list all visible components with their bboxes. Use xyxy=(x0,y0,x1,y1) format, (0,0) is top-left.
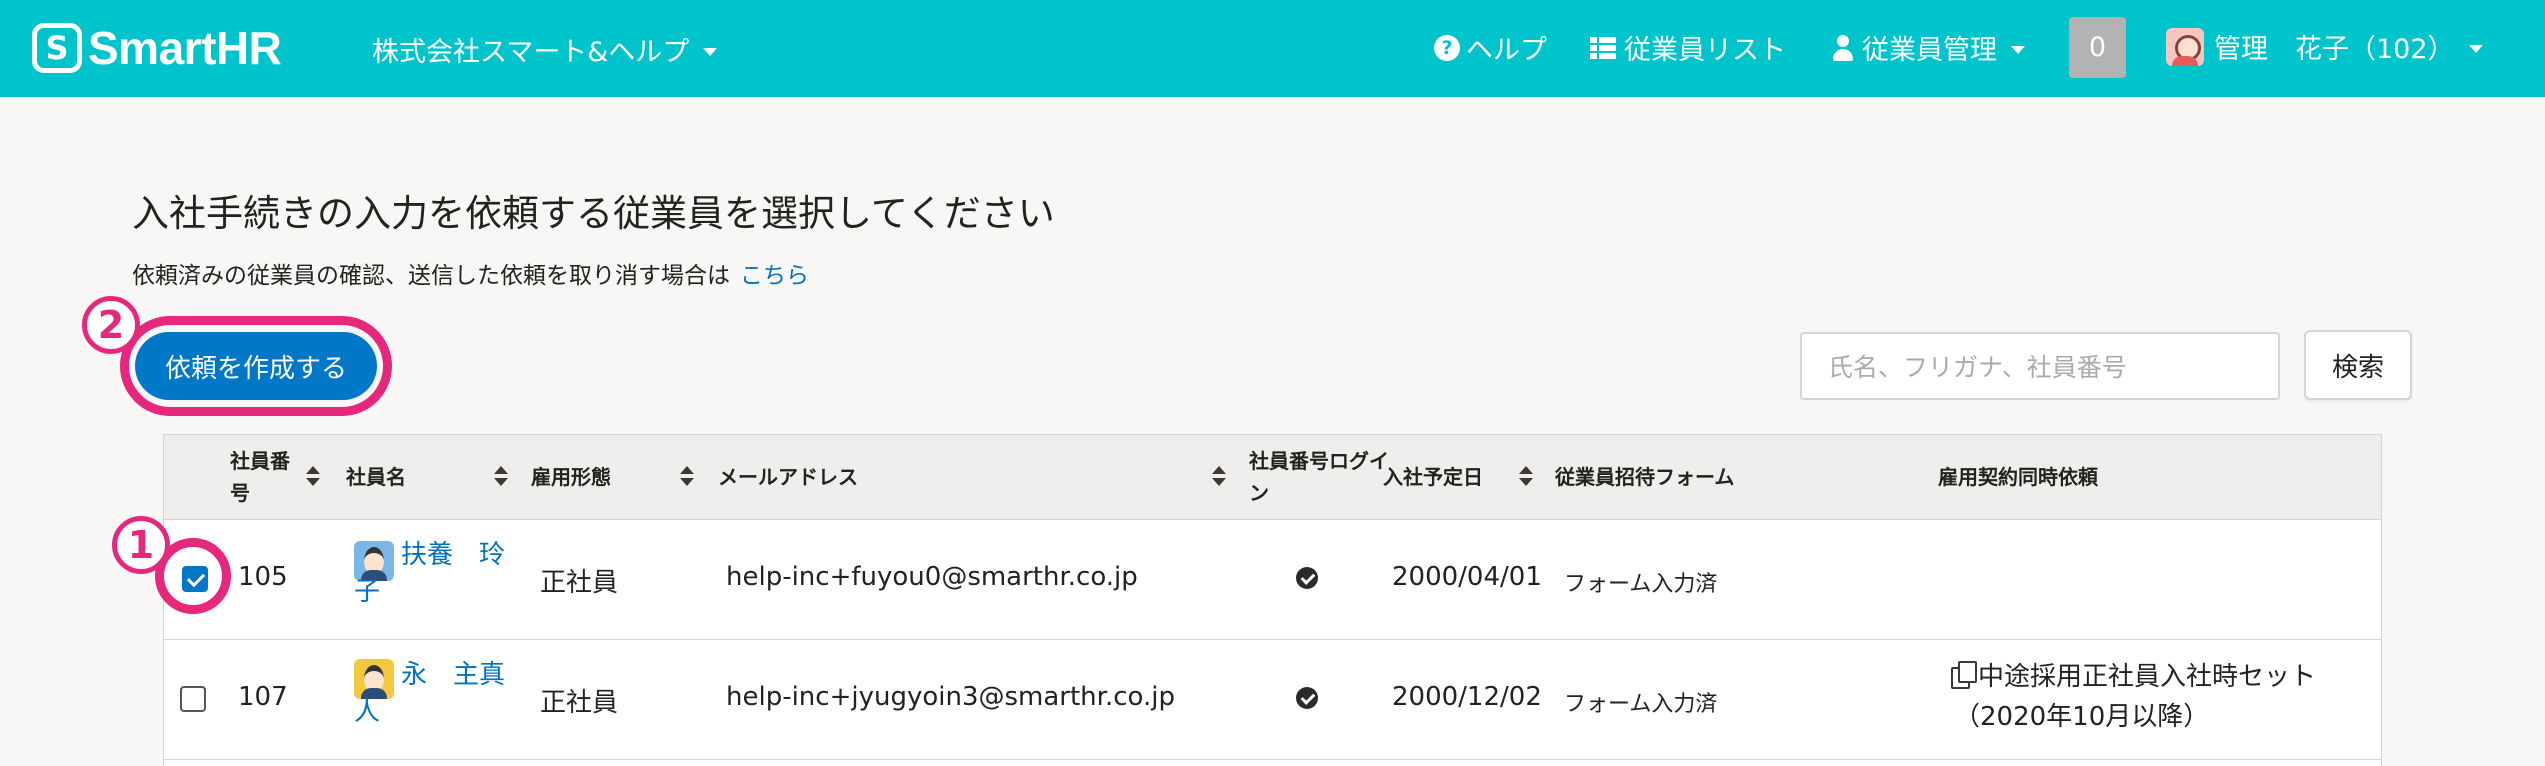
employee-name-link[interactable]: 扶養 玲子 xyxy=(354,537,514,611)
help-link[interactable]: ? ヘルプ xyxy=(1434,28,1547,67)
col-email[interactable]: メールアドレス xyxy=(718,461,858,493)
sub-text: 依頼済みの従業員の確認、送信した依頼を取り消す場合は xyxy=(132,263,730,289)
chevron-down-icon xyxy=(2468,44,2483,53)
sort-icon[interactable] xyxy=(680,466,694,488)
check-circle-icon xyxy=(1296,567,1318,589)
sort-icon[interactable] xyxy=(1212,466,1226,488)
emp-no: 105 xyxy=(238,562,288,592)
emp-no: 107 xyxy=(238,682,288,712)
col-join-date[interactable]: 入社予定日 xyxy=(1383,461,1483,493)
sort-icon[interactable] xyxy=(306,466,320,488)
chevron-down-icon xyxy=(2011,45,2025,54)
employment-type: 正社員 xyxy=(540,568,619,598)
user-menu[interactable]: 管理 花子（102） xyxy=(2166,27,2483,66)
top-navbar: S SmartHR 株式会社スマート&ヘルプ ? ヘルプ 従業員リスト 従業員管… xyxy=(0,0,2545,97)
step-marker-1-number: 1 xyxy=(127,523,155,567)
question-icon: ? xyxy=(1434,34,1460,61)
sort-icon[interactable] xyxy=(1519,466,1533,488)
smarthr-logo[interactable]: S SmartHR xyxy=(32,22,282,74)
logo-mark-icon: S xyxy=(32,23,82,73)
form-status: フォーム入力済 xyxy=(1564,692,1718,717)
employee-admin-menu[interactable]: 従業員管理 xyxy=(1832,28,2025,67)
help-label: ヘルプ xyxy=(1466,35,1547,66)
row-checkbox[interactable] xyxy=(180,686,206,712)
step-marker-2-number: 2 xyxy=(97,303,125,347)
check-circle-icon xyxy=(1296,687,1318,709)
employee-list-link[interactable]: 従業員リスト xyxy=(1590,28,1786,67)
form-status: フォーム入力済 xyxy=(1564,572,1718,597)
join-date: 2000/12/02 xyxy=(1392,682,1542,712)
page-title: 入社手続きの入力を依頼する従業員を選択してください xyxy=(132,192,1055,235)
employee-table: 社員番号 社員名 雇用形態 メールアドレス 社員番号ログイン 入社予定日 従業員… xyxy=(163,434,2382,766)
search-input[interactable]: 氏名、フリガナ、社員番号 xyxy=(1800,332,2280,400)
create-request-button[interactable]: 依頼を作成する xyxy=(135,332,377,400)
logo-text: SmartHR xyxy=(88,22,282,74)
employee-name-link[interactable]: 永 主真人 xyxy=(354,657,514,731)
table-header: 社員番号 社員名 雇用形態 メールアドレス 社員番号ログイン 入社予定日 従業員… xyxy=(164,435,2381,520)
user-name: 管理 花子（102） xyxy=(2214,34,2455,65)
step-marker-2: 2 xyxy=(82,296,140,354)
step-marker-1: 1 xyxy=(112,516,170,574)
col-contract[interactable]: 雇用契約同時依頼 xyxy=(1938,461,2098,493)
requested-list-link[interactable]: こちら xyxy=(740,263,809,289)
company-name: 株式会社スマート&ヘルプ xyxy=(372,37,690,68)
col-emp-name[interactable]: 社員名 xyxy=(346,461,406,493)
sort-icon[interactable] xyxy=(494,466,508,488)
col-login[interactable]: 社員番号ログイン xyxy=(1249,445,1389,509)
company-switcher[interactable]: 株式会社スマート&ヘルプ xyxy=(372,30,718,69)
sub-description: 依頼済みの従業員の確認、送信した依頼を取り消す場合は こちら xyxy=(132,256,809,290)
contract-request[interactable]: 中途採用正社員入社時セット（2020年10月以降） xyxy=(1954,657,2374,737)
table-row[interactable]: 105 扶養 玲子 正社員 help-inc+fuyou0@smarthr.co… xyxy=(164,520,2381,640)
avatar xyxy=(2166,27,2204,66)
user-icon xyxy=(1832,34,1854,61)
table-row[interactable]: 107 永 主真人 正社員 help-inc+jyugyoin3@smarthr… xyxy=(164,640,2381,760)
search-button[interactable]: 検索 xyxy=(2304,330,2412,400)
notification-badge[interactable]: 0 xyxy=(2069,17,2126,78)
employee-admin-label: 従業員管理 xyxy=(1862,35,1997,66)
employee-list-label: 従業員リスト xyxy=(1624,35,1786,66)
chevron-down-icon xyxy=(703,47,718,56)
list-icon xyxy=(1590,36,1616,59)
employment-type: 正社員 xyxy=(540,688,619,718)
col-invite-form[interactable]: 従業員招待フォーム xyxy=(1555,461,1734,493)
join-date: 2000/04/01 xyxy=(1392,562,1542,592)
email: help-inc+jyugyoin3@smarthr.co.jp xyxy=(726,682,1175,712)
col-emp-no[interactable]: 社員番号 xyxy=(230,445,300,509)
col-employment-type[interactable]: 雇用形態 xyxy=(531,461,611,493)
email: help-inc+fuyou0@smarthr.co.jp xyxy=(726,562,1138,592)
